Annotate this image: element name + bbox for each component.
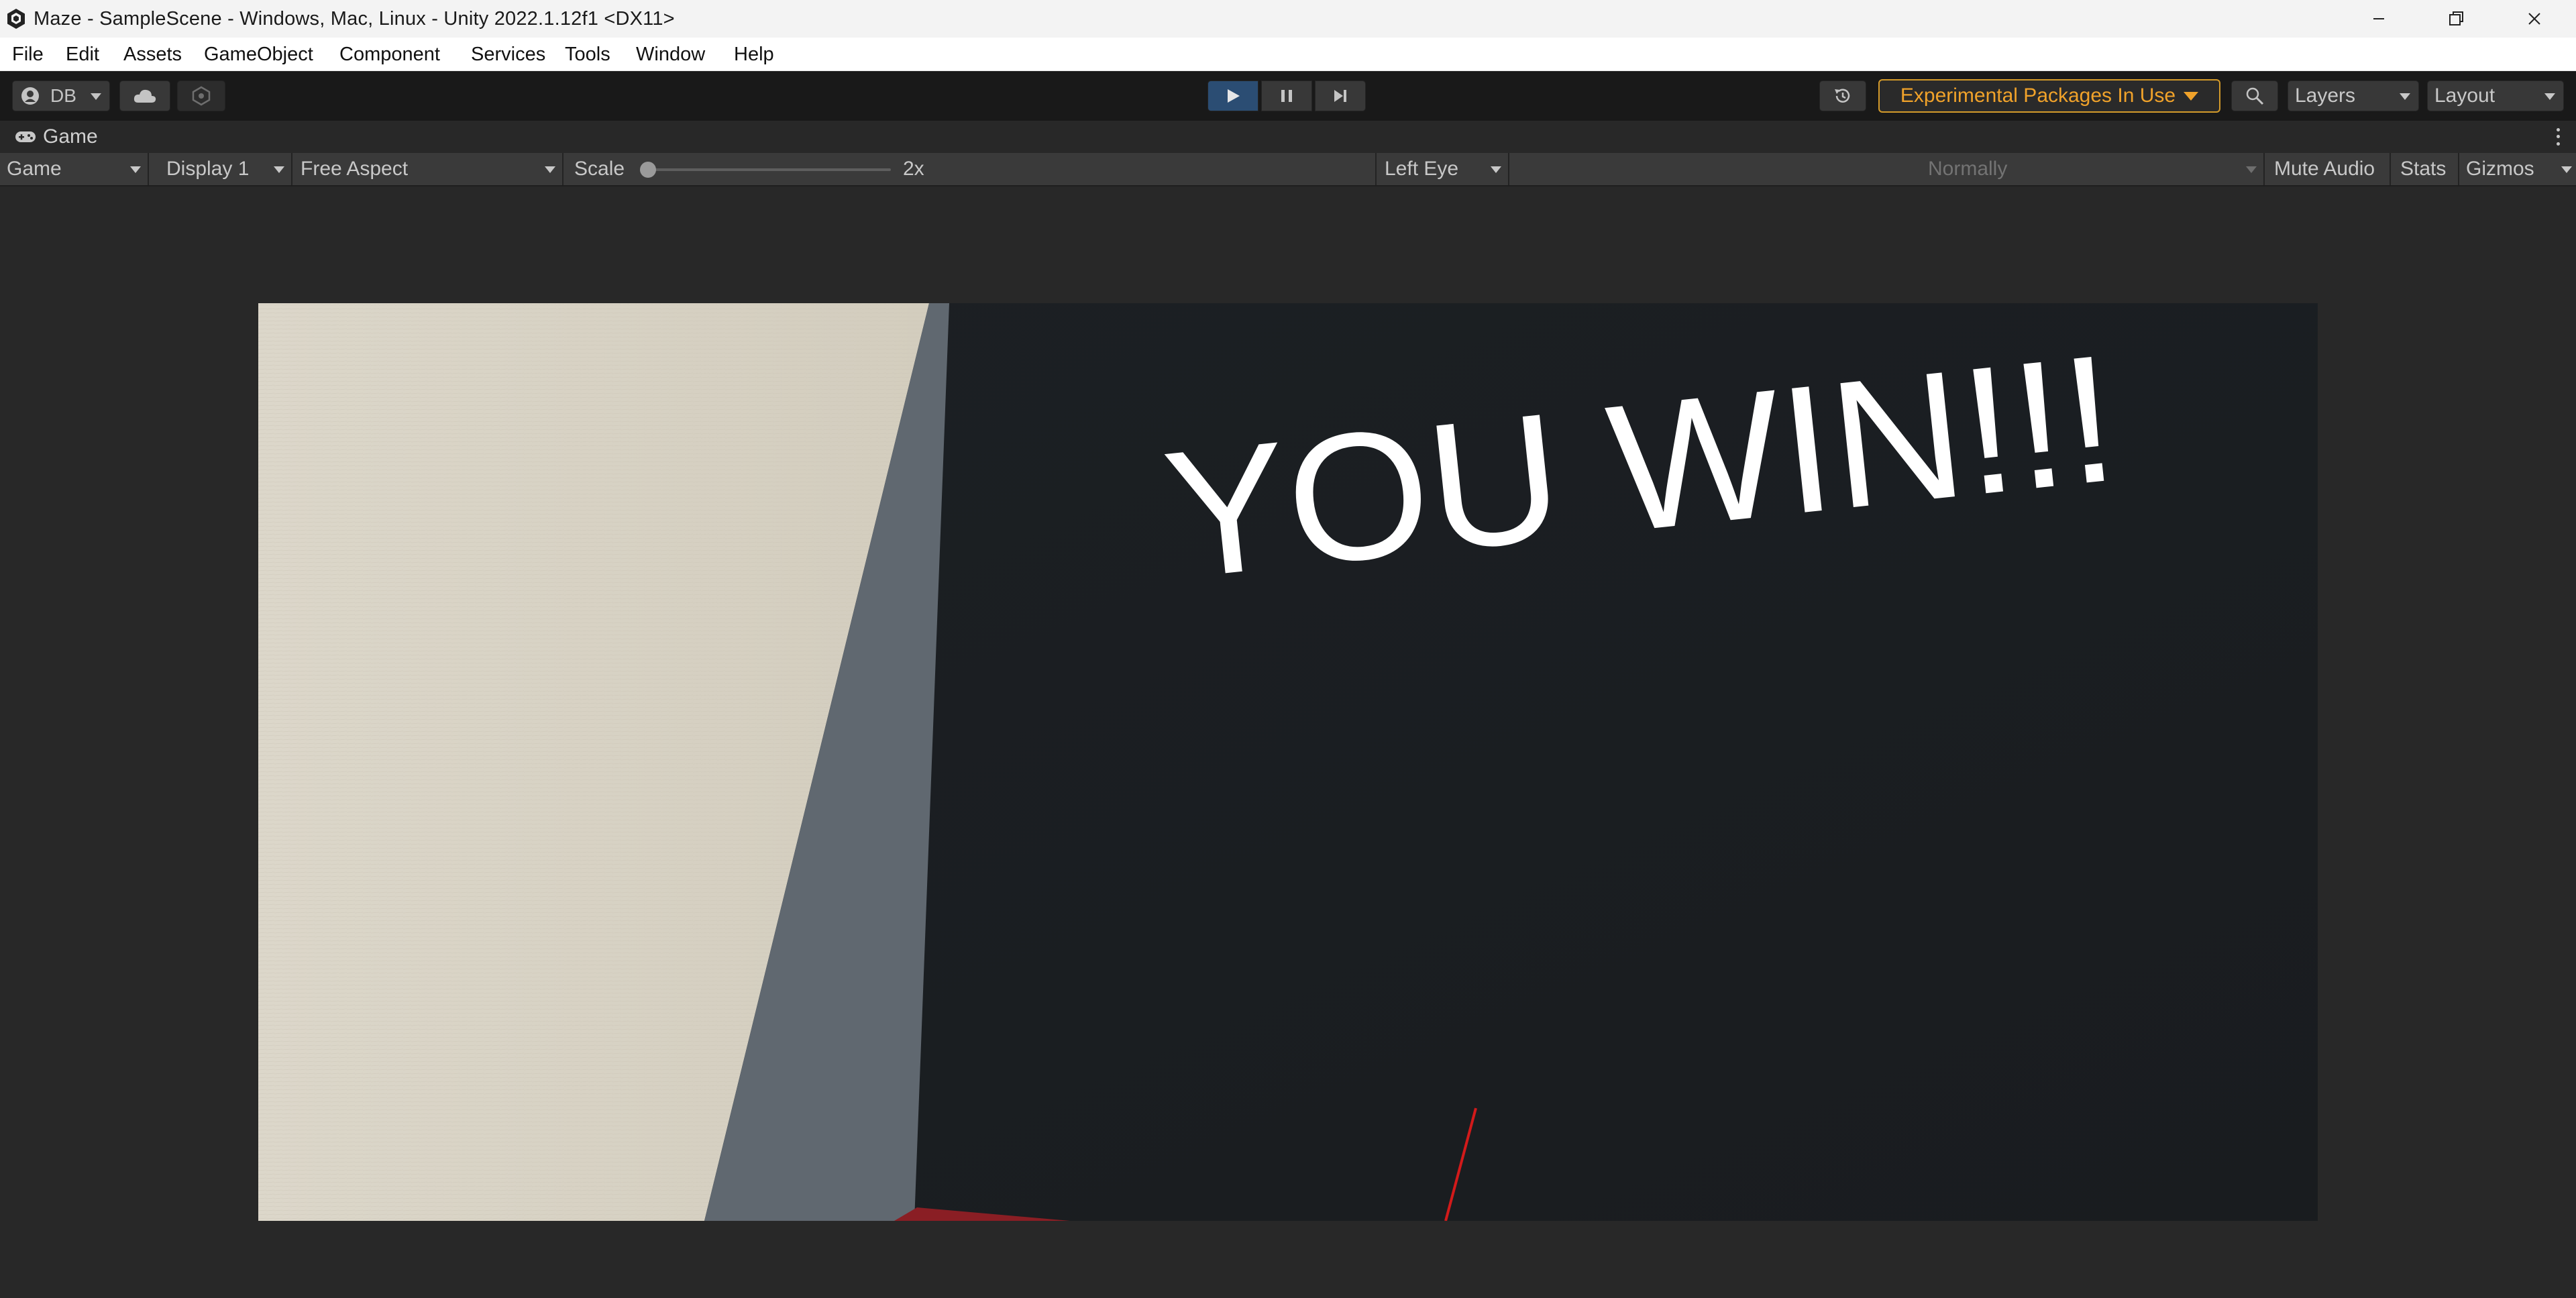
chevron-down-icon [91, 93, 101, 100]
account-button[interactable]: DB [12, 80, 110, 111]
blend-label: Normally [1928, 158, 2008, 180]
close-icon[interactable] [2496, 0, 2573, 38]
game-tab-header: Game [0, 121, 2576, 153]
layers-label: Layers [2295, 85, 2356, 107]
menu-edit[interactable]: Edit [66, 38, 99, 71]
experimental-packages-label: Experimental Packages In Use [1900, 85, 2176, 107]
menu-component[interactable]: Component [339, 38, 440, 71]
play-icon [1228, 89, 1240, 103]
chevron-down-icon [2400, 93, 2410, 100]
search-icon [2246, 87, 2264, 105]
scale-slider-track[interactable] [645, 168, 891, 171]
chevron-down-icon [2561, 166, 2572, 173]
gizmos-dropdown[interactable]: Gizmos [2461, 153, 2576, 185]
layout-label: Layout [2434, 85, 2496, 107]
mute-audio-button[interactable]: Mute Audio [2266, 153, 2391, 185]
chevron-down-icon [1491, 166, 1501, 173]
menu-help[interactable]: Help [734, 38, 774, 71]
collab-button[interactable] [177, 80, 225, 111]
pause-icon [1281, 90, 1292, 102]
scale-value: 2x [903, 158, 924, 180]
stats-label: Stats [2400, 158, 2447, 180]
chevron-down-icon [130, 166, 141, 173]
eye-dropdown[interactable]: Left Eye [1378, 153, 1509, 185]
aspect-dropdown[interactable]: Free Aspect [294, 153, 564, 185]
aspect-label: Free Aspect [301, 158, 409, 180]
menu-gameobject[interactable]: GameObject [204, 38, 313, 71]
window-title-bar: Maze - SampleScene - Windows, Mac, Linux… [0, 0, 2576, 38]
experimental-packages-button[interactable]: Experimental Packages In Use [1878, 79, 2220, 113]
step-icon [1334, 90, 1346, 102]
mute-audio-label: Mute Audio [2274, 158, 2375, 180]
layers-dropdown[interactable]: Layers [2288, 80, 2419, 111]
play-button[interactable] [1208, 80, 1258, 111]
unity-logo-icon [4, 7, 28, 31]
collab-icon [192, 86, 211, 106]
display-label: Display 1 [166, 158, 250, 180]
menu-bar: File Edit Assets GameObject Component Se… [0, 38, 2576, 71]
chevron-down-icon [545, 166, 555, 173]
menu-file[interactable]: File [12, 38, 44, 71]
menu-window[interactable]: Window [636, 38, 705, 71]
win-message: YOU WIN!!! [1157, 317, 2125, 617]
gizmos-label: Gizmos [2466, 158, 2534, 180]
restore-icon[interactable] [2418, 0, 2496, 38]
chevron-down-icon [2544, 93, 2555, 100]
account-icon [21, 87, 39, 105]
game-view-toolbar: Game Display 1 Free Aspect Scale 2x Left… [0, 153, 2576, 186]
chevron-down-icon [274, 166, 284, 173]
menu-tools[interactable]: Tools [565, 38, 610, 71]
chevron-down-icon [2184, 91, 2199, 101]
tab-game-label: Game [43, 125, 98, 148]
more-options-icon[interactable] [2553, 126, 2563, 148]
view-mode-dropdown[interactable]: Game [0, 153, 149, 185]
game-viewport[interactable]: YOU WIN!!! [258, 303, 2318, 1221]
main-toolbar: DB Experimental Packages In Use Layers L… [0, 71, 2576, 121]
cloud-button[interactable] [119, 80, 170, 111]
cloud-icon [133, 89, 156, 103]
blend-dropdown[interactable]: Normally [1923, 153, 2265, 185]
pause-button[interactable] [1261, 80, 1312, 111]
scale-slider-thumb[interactable] [640, 162, 656, 178]
window-title: Maze - SampleScene - Windows, Mac, Linux… [34, 7, 675, 30]
tab-game[interactable]: Game [0, 121, 114, 153]
undo-history-button[interactable] [1819, 80, 1866, 111]
view-mode-label: Game [7, 158, 62, 180]
menu-assets[interactable]: Assets [123, 38, 182, 71]
layout-dropdown[interactable]: Layout [2427, 80, 2564, 111]
search-button[interactable] [2231, 80, 2278, 111]
step-button[interactable] [1315, 80, 1366, 111]
eye-label: Left Eye [1385, 158, 1459, 180]
win-message-layer: YOU WIN!!! [1157, 317, 2125, 617]
gamepad-icon [15, 131, 36, 142]
display-dropdown[interactable]: Display 1 [156, 153, 292, 185]
history-icon [1835, 89, 1850, 103]
minimize-icon[interactable] [2340, 0, 2418, 38]
account-label: DB [50, 85, 76, 106]
menu-services[interactable]: Services [471, 38, 545, 71]
chevron-down-icon [2246, 166, 2257, 173]
scale-label: Scale [574, 158, 625, 180]
stats-button[interactable]: Stats [2392, 153, 2459, 185]
